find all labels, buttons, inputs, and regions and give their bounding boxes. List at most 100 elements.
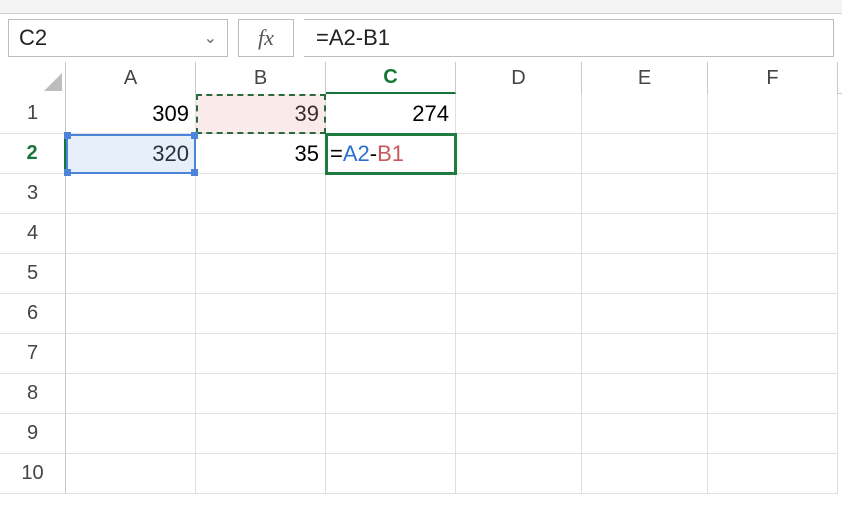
column-header-C[interactable]: C [326,62,456,94]
app-toolbar-strip [0,0,842,14]
cell-A8[interactable] [66,374,196,414]
cell-E6[interactable] [582,294,708,334]
column-header-E[interactable]: E [582,62,708,94]
name-box[interactable]: C2 ⌄ [8,19,228,57]
cell-D1[interactable] [456,94,582,134]
cell-D2[interactable] [456,134,582,174]
row-label: 1 [27,102,38,125]
cell-A5[interactable] [66,254,196,294]
cell-A7[interactable] [66,334,196,374]
cell-C5[interactable] [326,254,456,294]
cell-E3[interactable] [582,174,708,214]
cell-E4[interactable] [582,214,708,254]
cell-D9[interactable] [456,414,582,454]
cell-E5[interactable] [582,254,708,294]
name-box-value: C2 [19,25,47,51]
column-header-A[interactable]: A [66,62,196,94]
cell-A3[interactable] [66,174,196,214]
cell-F10[interactable] [708,454,838,494]
cell-E2[interactable] [582,134,708,174]
cell-F9[interactable] [708,414,838,454]
cell-A2[interactable]: 320 [66,134,196,174]
row-label: 7 [27,342,38,365]
cell-F7[interactable] [708,334,838,374]
cell-C7[interactable] [326,334,456,374]
column-header-F[interactable]: F [708,62,838,94]
formula-token-ref-A2: A2 [343,141,370,167]
cell-A6[interactable] [66,294,196,334]
formula-token-eq: = [330,141,343,167]
cell-B10[interactable] [196,454,326,494]
cell-D4[interactable] [456,214,582,254]
cell-A1[interactable]: 309 [66,94,196,134]
cell-B5[interactable] [196,254,326,294]
column-header-B[interactable]: B [196,62,326,94]
formula-token-ref-B1: B1 [377,141,404,167]
row-header-2[interactable]: 2 [0,134,66,174]
row-header-3[interactable]: 3 [0,174,66,214]
cell-B8[interactable] [196,374,326,414]
cell-value: 35 [295,141,319,167]
row-label: 3 [27,182,38,205]
select-all-corner[interactable] [0,62,66,94]
cell-D5[interactable] [456,254,582,294]
row-header-6[interactable]: 6 [0,294,66,334]
cell-B6[interactable] [196,294,326,334]
fx-button[interactable]: fx [238,19,294,57]
cell-B1[interactable]: 39 [196,94,326,134]
cell-E8[interactable] [582,374,708,414]
cell-B3[interactable] [196,174,326,214]
cell-B9[interactable] [196,414,326,454]
cell-C3[interactable] [326,174,456,214]
cell-F8[interactable] [708,374,838,414]
cell-D10[interactable] [456,454,582,494]
cell-A4[interactable] [66,214,196,254]
cell-C9[interactable] [326,414,456,454]
cell-D8[interactable] [456,374,582,414]
row-header-column: 1 2 3 4 5 6 7 8 9 10 [0,94,66,494]
cell-D7[interactable] [456,334,582,374]
cell-E10[interactable] [582,454,708,494]
cell-F2[interactable] [708,134,838,174]
cell-C8[interactable] [326,374,456,414]
cell-C6[interactable] [326,294,456,334]
row-header-5[interactable]: 5 [0,254,66,294]
cell-D3[interactable] [456,174,582,214]
chevron-down-icon[interactable]: ⌄ [204,28,217,48]
cell-B4[interactable] [196,214,326,254]
row-header-10[interactable]: 10 [0,454,66,494]
row-header-1[interactable]: 1 [0,94,66,134]
column-header-D[interactable]: D [456,62,582,94]
spreadsheet-grid[interactable]: A B C D E F 1 2 3 4 5 6 7 8 9 10 309 39 … [0,62,842,516]
cell-F1[interactable] [708,94,838,134]
row-header-9[interactable]: 9 [0,414,66,454]
column-label: B [254,67,267,90]
row-header-7[interactable]: 7 [0,334,66,374]
cell-A9[interactable] [66,414,196,454]
cell-value: 320 [152,141,189,167]
row-header-8[interactable]: 8 [0,374,66,414]
cell-E7[interactable] [582,334,708,374]
table-row [66,414,838,454]
row-label: 9 [27,422,38,445]
cell-B7[interactable] [196,334,326,374]
cell-value: 309 [152,101,189,127]
cell-F4[interactable] [708,214,838,254]
row-label: 6 [27,302,38,325]
cell-F6[interactable] [708,294,838,334]
column-label: E [638,67,651,90]
cell-F5[interactable] [708,254,838,294]
cell-F3[interactable] [708,174,838,214]
cell-D6[interactable] [456,294,582,334]
cell-E9[interactable] [582,414,708,454]
cell-C1[interactable]: 274 [326,94,456,134]
formula-input[interactable]: =A2-B1 [304,19,834,57]
cell-B2[interactable]: 35 [196,134,326,174]
cell-C10[interactable] [326,454,456,494]
cell-E1[interactable] [582,94,708,134]
cell-C2-editor[interactable]: =A2-B1 [326,134,456,174]
cell-C4[interactable] [326,214,456,254]
row-header-4[interactable]: 4 [0,214,66,254]
cell-A10[interactable] [66,454,196,494]
formula-input-value: =A2-B1 [316,25,390,51]
